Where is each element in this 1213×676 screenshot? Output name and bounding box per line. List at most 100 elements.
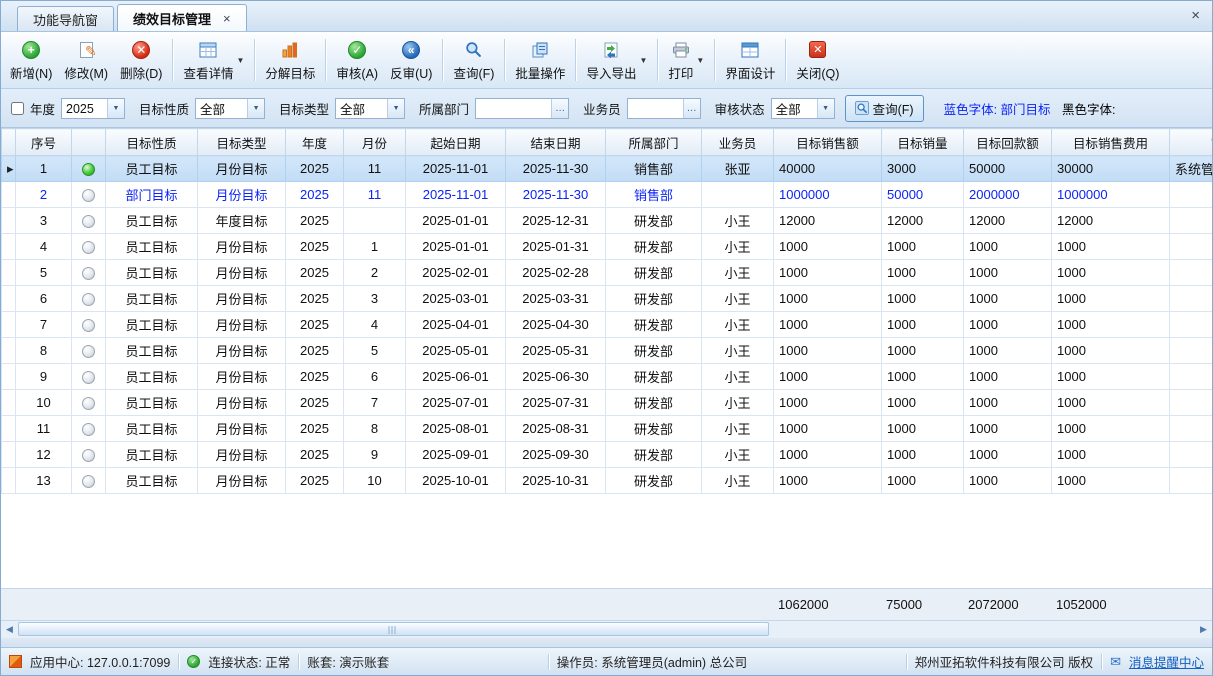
year-select[interactable]: 2025 ▼: [61, 98, 125, 119]
cell-start-date: 2025-07-01: [406, 390, 506, 416]
row-indicator: [2, 182, 16, 208]
row-indicator: [2, 468, 16, 494]
edit-button[interactable]: 修改(M): [58, 34, 114, 86]
ellipsis-picker-icon[interactable]: …: [551, 99, 568, 118]
col-header[interactable]: 目标销售费用: [1052, 129, 1170, 156]
cell-start-date: 2025-06-01: [406, 364, 506, 390]
status-orb-icon: [82, 345, 95, 358]
decompose-goal-button[interactable]: 分解目标: [259, 34, 321, 86]
tab-function-nav[interactable]: 功能导航窗: [17, 6, 114, 31]
nature-select[interactable]: 全部 ▼: [195, 98, 265, 119]
cell-collection: 1000: [964, 286, 1052, 312]
toolbar-separator: [785, 39, 786, 81]
col-header[interactable]: 目标回款额: [964, 129, 1052, 156]
document-close-icon[interactable]: ×: [1191, 8, 1200, 23]
cell-type: 月份目标: [198, 364, 286, 390]
statusbar-separator: [178, 654, 179, 670]
cell-end-date: 2025-01-31: [506, 234, 606, 260]
cell-no: 8: [16, 338, 72, 364]
audit-button[interactable]: ✓ 审核(A): [330, 34, 384, 86]
year-checkbox[interactable]: [11, 102, 24, 115]
col-header[interactable]: 年度: [286, 129, 344, 156]
table-row[interactable]: 11 员工目标 月份目标 2025 8 2025-08-01 2025-08-3…: [2, 416, 1213, 442]
table-row[interactable]: 8 员工目标 月份目标 2025 5 2025-05-01 2025-05-31…: [2, 338, 1213, 364]
print-button[interactable]: 打印 ▼: [662, 34, 710, 86]
cell-start-date: 2025-03-01: [406, 286, 506, 312]
app-center-icon: [9, 655, 22, 668]
table-row[interactable]: 6 员工目标 月份目标 2025 3 2025-03-01 2025-03-31…: [2, 286, 1213, 312]
unaudit-button[interactable]: « 反审(U): [384, 34, 438, 86]
cell-no: 5: [16, 260, 72, 286]
cell-year: 2025: [286, 156, 344, 182]
cell-collection: 1000: [964, 364, 1052, 390]
row-indicator: [2, 312, 16, 338]
dropdown-arrow-icon[interactable]: ▼: [696, 56, 704, 65]
message-center-link[interactable]: 消息提醒中心: [1129, 652, 1204, 671]
table-row[interactable]: 3 员工目标 年度目标 2025 2025-01-01 2025-12-31 研…: [2, 208, 1213, 234]
col-header[interactable]: 目标类型: [198, 129, 286, 156]
table-row[interactable]: 5 员工目标 月份目标 2025 2 2025-02-01 2025-02-28…: [2, 260, 1213, 286]
import-export-button[interactable]: 导入导出 ▼: [580, 34, 653, 86]
table-row[interactable]: 2 部门目标 月份目标 2025 11 2025-11-01 2025-11-3…: [2, 182, 1213, 208]
table-row[interactable]: 9 员工目标 月份目标 2025 6 2025-06-01 2025-06-30…: [2, 364, 1213, 390]
cell-year: 2025: [286, 416, 344, 442]
col-header[interactable]: 起始日期: [406, 129, 506, 156]
cell-auditor: [1170, 182, 1213, 208]
audit-status-select[interactable]: 全部 ▼: [771, 98, 835, 119]
status-orb-icon: [82, 241, 95, 254]
scroll-left-icon[interactable]: ◀: [1, 621, 18, 637]
table-row[interactable]: 7 员工目标 月份目标 2025 4 2025-04-01 2025-04-30…: [2, 312, 1213, 338]
col-header[interactable]: 目标销量: [882, 129, 964, 156]
dropdown-arrow-icon[interactable]: ▼: [236, 56, 244, 65]
cell-sales: 1000: [774, 442, 882, 468]
audit-status-label: 审核状态: [715, 99, 765, 118]
cell-dept: 研发部: [606, 364, 702, 390]
ellipsis-picker-icon[interactable]: …: [683, 99, 700, 118]
cell-nature: 员工目标: [106, 338, 198, 364]
import-export-icon: [602, 42, 620, 58]
add-button[interactable]: + 新增(N): [4, 34, 58, 86]
tab-close-icon[interactable]: ×: [223, 12, 231, 25]
batch-operation-button[interactable]: 批量操作: [509, 34, 571, 86]
table-row[interactable]: 10 员工目标 月份目标 2025 7 2025-07-01 2025-07-3…: [2, 390, 1213, 416]
toolbar-separator: [714, 39, 715, 81]
col-header[interactable]: 序号: [16, 129, 72, 156]
cell-year: 2025: [286, 468, 344, 494]
status-orb-icon: [82, 163, 95, 176]
table-row[interactable]: 4 员工目标 月份目标 2025 1 2025-01-01 2025-01-31…: [2, 234, 1213, 260]
col-header[interactable]: 月份: [344, 129, 406, 156]
ui-design-button[interactable]: 界面设计: [719, 34, 781, 86]
cell-no: 1: [16, 156, 72, 182]
salesman-input[interactable]: [628, 99, 683, 118]
search-icon: [855, 101, 869, 115]
col-header[interactable]: 所属部门: [606, 129, 702, 156]
col-header[interactable]: 审核人: [1170, 129, 1213, 156]
cell-status: [72, 468, 106, 494]
tab-performance-goal[interactable]: 绩效目标管理 ×: [117, 4, 247, 31]
dept-input[interactable]: [476, 99, 551, 118]
scroll-right-icon[interactable]: ▶: [1195, 621, 1212, 637]
col-header[interactable]: 目标销售额: [774, 129, 882, 156]
type-select[interactable]: 全部 ▼: [335, 98, 405, 119]
table-row[interactable]: 12 员工目标 月份目标 2025 9 2025-09-01 2025-09-3…: [2, 442, 1213, 468]
cell-nature: 员工目标: [106, 468, 198, 494]
cell-collection: 2000000: [964, 182, 1052, 208]
view-detail-button[interactable]: 查看详情 ▼: [177, 34, 250, 86]
query-button[interactable]: 查询(F): [447, 34, 500, 86]
col-header[interactable]: 业务员: [702, 129, 774, 156]
close-button[interactable]: ✕ 关闭(Q): [790, 34, 845, 86]
col-header[interactable]: 目标性质: [106, 129, 198, 156]
cell-year: 2025: [286, 312, 344, 338]
delete-button[interactable]: ✕ 删除(D): [114, 34, 168, 86]
filter-query-button[interactable]: 查询(F): [845, 95, 924, 122]
scrollbar-thumb[interactable]: [18, 622, 769, 636]
horizontal-scrollbar[interactable]: ◀ ▶: [1, 620, 1212, 638]
table-row[interactable]: 13 员工目标 月份目标 2025 10 2025-10-01 2025-10-…: [2, 468, 1213, 494]
dropdown-arrow-icon[interactable]: ▼: [639, 56, 647, 65]
col-header[interactable]: 结束日期: [506, 129, 606, 156]
cell-dept: 销售部: [606, 182, 702, 208]
font-color-legend: 蓝色字体: 部门目标 黑色字体:: [944, 99, 1116, 118]
col-header[interactable]: [72, 129, 106, 156]
table-row[interactable]: ▸ 1 员工目标 月份目标 2025 11 2025-11-01 2025-11…: [2, 156, 1213, 182]
chevron-down-icon: ▼: [817, 99, 834, 118]
